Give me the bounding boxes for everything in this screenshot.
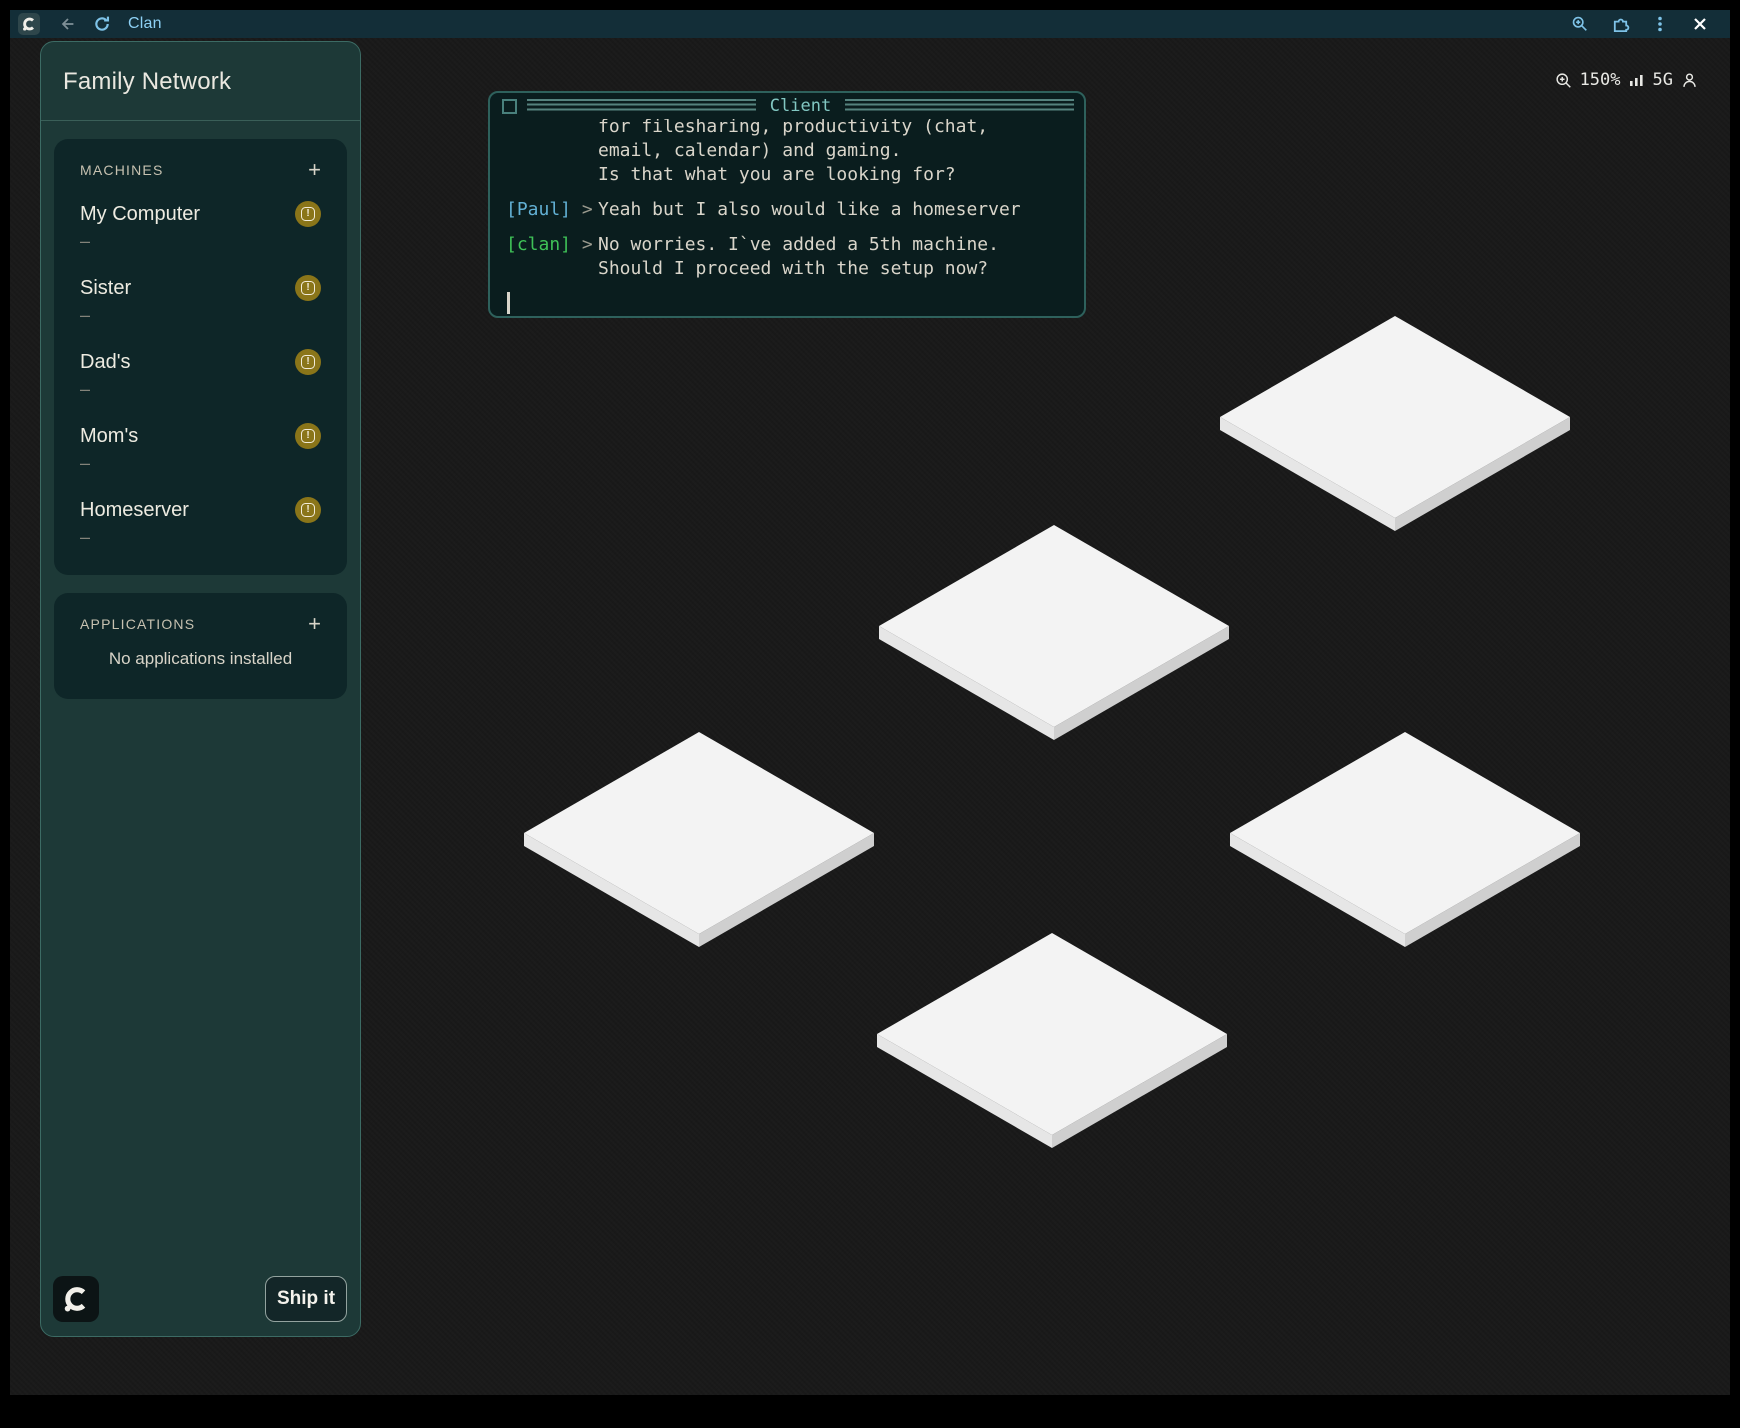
machine-list-item[interactable]: Mom's!– bbox=[80, 423, 321, 475]
machine-status-text: – bbox=[80, 303, 321, 327]
clan-logo-icon bbox=[53, 1276, 99, 1322]
machine-name: Homeserver bbox=[80, 499, 189, 522]
titlebar-stripes bbox=[527, 99, 756, 113]
chat-sender: [clan] > bbox=[506, 233, 598, 281]
window-close-box[interactable] bbox=[502, 99, 517, 114]
chat-message-text: No worries. I`ve added a 5th machine. Sh… bbox=[598, 233, 999, 281]
signal-bars-icon bbox=[1629, 72, 1645, 88]
applications-header: APPLICATIONS bbox=[80, 616, 195, 632]
machine-tile[interactable] bbox=[1220, 316, 1570, 532]
alert-status-icon: ! bbox=[295, 275, 321, 301]
terminal-cursor bbox=[507, 292, 510, 314]
machine-status-text: – bbox=[80, 451, 321, 475]
add-application-button[interactable]: + bbox=[308, 615, 321, 633]
back-button[interactable] bbox=[54, 10, 82, 38]
chat-message: [clan] >No worries. I`ve added a 5th mac… bbox=[506, 233, 1068, 281]
status-hud: 150% 5G bbox=[1555, 70, 1698, 90]
machine-status-text: – bbox=[80, 377, 321, 401]
machines-panel: MACHINES + My Computer!–Sister!–Dad's!–M… bbox=[54, 139, 347, 575]
user-icon bbox=[1681, 72, 1698, 89]
machine-tile[interactable] bbox=[877, 933, 1227, 1149]
network-title: Family Network bbox=[63, 68, 338, 96]
machine-tile[interactable] bbox=[1230, 732, 1580, 948]
chat-message-text: Yeah but I also would like a homeserver bbox=[598, 198, 1021, 222]
machine-list-item[interactable]: Sister!– bbox=[80, 275, 321, 327]
menu-kebab-icon[interactable] bbox=[1646, 10, 1674, 38]
zoom-icon[interactable] bbox=[1566, 10, 1594, 38]
titlebar-stripes bbox=[845, 99, 1074, 113]
close-icon[interactable] bbox=[1686, 10, 1714, 38]
client-titlebar[interactable]: Client bbox=[490, 93, 1084, 119]
client-chat-window[interactable]: Client for filesharing, productivity (ch… bbox=[488, 91, 1086, 318]
alert-status-icon: ! bbox=[295, 201, 321, 227]
machine-name: Dad's bbox=[80, 351, 131, 374]
machine-tile[interactable] bbox=[879, 525, 1229, 741]
machine-list-item[interactable]: Dad's!– bbox=[80, 349, 321, 401]
page-title: Clan bbox=[128, 15, 162, 33]
ship-it-button[interactable]: Ship it bbox=[265, 1276, 347, 1322]
applications-panel: APPLICATIONS + No applications installed bbox=[54, 593, 347, 699]
machine-list-item[interactable]: Homeserver!– bbox=[80, 497, 321, 549]
machines-header: MACHINES bbox=[80, 162, 164, 178]
sidebar-header: Family Network bbox=[41, 42, 360, 121]
chat-message: [Paul] >Yeah but I also would like a hom… bbox=[506, 198, 1068, 222]
client-window-title: Client bbox=[766, 96, 835, 116]
zoom-level-value: 150% bbox=[1580, 70, 1621, 90]
clan-logo-icon bbox=[18, 13, 40, 35]
machine-name: Mom's bbox=[80, 425, 138, 448]
reload-button[interactable] bbox=[88, 10, 116, 38]
network-label: 5G bbox=[1653, 70, 1673, 90]
browser-titlebar: Clan bbox=[10, 10, 1730, 38]
machine-list-item[interactable]: My Computer!– bbox=[80, 201, 321, 253]
alert-status-icon: ! bbox=[295, 349, 321, 375]
machine-tile[interactable] bbox=[524, 732, 874, 948]
chat-message-text: for filesharing, productivity (chat, ema… bbox=[598, 119, 988, 187]
machine-status-text: – bbox=[80, 525, 321, 549]
family-network-sidebar: Family Network MACHINES + My Computer!–S… bbox=[40, 41, 361, 1337]
machine-name: My Computer bbox=[80, 203, 200, 226]
chat-sender: [Paul] > bbox=[506, 198, 598, 222]
chat-sender bbox=[506, 119, 598, 187]
machine-status-text: – bbox=[80, 229, 321, 253]
machine-name: Sister bbox=[80, 277, 131, 300]
alert-status-icon: ! bbox=[295, 497, 321, 523]
chat-message: for filesharing, productivity (chat, ema… bbox=[506, 119, 1068, 187]
add-machine-button[interactable]: + bbox=[308, 161, 321, 179]
zoom-level-icon bbox=[1555, 72, 1572, 89]
applications-empty-text: No applications installed bbox=[80, 649, 321, 669]
alert-status-icon: ! bbox=[295, 423, 321, 449]
chat-log[interactable]: for filesharing, productivity (chat, ema… bbox=[490, 119, 1084, 316]
extensions-icon[interactable] bbox=[1606, 10, 1634, 38]
